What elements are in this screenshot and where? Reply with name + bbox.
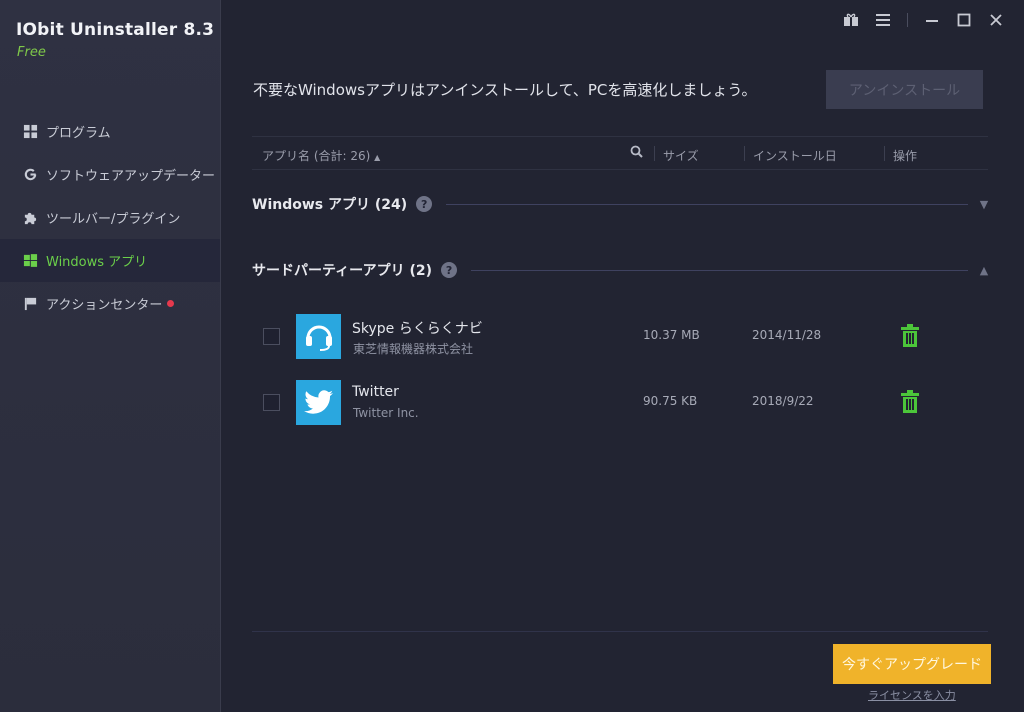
app-name: Skype らくらくナビ	[352, 321, 483, 337]
help-icon[interactable]: ?	[416, 196, 433, 212]
table-row[interactable]: Skype らくらくナビ 東芝情報機器株式会社 10.37 MB 2014/11…	[258, 311, 988, 361]
help-icon[interactable]: ?	[441, 262, 458, 278]
upgrade-now-button[interactable]: 今すぐアップグレード	[833, 644, 991, 684]
sidebar-item-windows-apps[interactable]: Windows アプリ	[0, 239, 220, 282]
page-headline: 不要なWindowsアプリはアンインストールして、PCを高速化しましょう。	[253, 81, 757, 99]
sidebar-item-label: Windows アプリ	[46, 255, 148, 270]
column-name-label: アプリ名 (合計: 26)	[262, 149, 371, 163]
row-checkbox[interactable]	[263, 328, 280, 345]
sidebar-item-label: ツールバー/プラグイン	[46, 212, 181, 227]
sidebar-item-action-center[interactable]: アクションセンター	[0, 282, 220, 325]
table-row[interactable]: Twitter Twitter Inc. 90.75 KB 2018/9/22	[258, 377, 988, 427]
column-name[interactable]: アプリ名 (合計: 26) ▲	[262, 147, 380, 164]
flag-icon	[22, 296, 38, 312]
app-title: IObit Uninstaller 8.3	[16, 20, 215, 40]
divider	[252, 631, 988, 632]
column-size[interactable]: サイズ	[663, 147, 699, 164]
app-install-date: 2014/11/28	[752, 328, 822, 342]
app-size: 90.75 KB	[643, 394, 698, 408]
puzzle-icon	[22, 210, 38, 226]
twitter-bird-icon	[296, 380, 341, 425]
notification-dot	[167, 300, 175, 307]
app-install-date: 2018/9/22	[752, 394, 814, 408]
sidebar-nav: プログラム ソフトウェアアップデーター ツールバー/プラグイン Windows …	[0, 110, 220, 325]
sidebar-item-toolbars-plugins[interactable]: ツールバー/プラグイン	[0, 196, 220, 239]
sidebar: IObit Uninstaller 8.3 Free プログラム ソフトウェアア…	[0, 0, 221, 712]
skype-navi-icon	[296, 314, 341, 359]
app-name: Twitter	[352, 384, 399, 400]
column-install-date[interactable]: インストール日	[753, 147, 837, 164]
app-publisher: Twitter Inc.	[353, 406, 419, 420]
divider	[446, 203, 968, 205]
column-divider	[744, 146, 745, 161]
sort-up-icon: ▲	[374, 153, 381, 162]
app-edition: Free	[17, 45, 46, 60]
sidebar-item-label: プログラム	[46, 126, 111, 141]
column-divider	[884, 146, 885, 161]
sidebar-item-label: ソフトウェアアップデーター	[46, 169, 216, 184]
trash-icon[interactable]	[900, 390, 920, 414]
group-title: Windows アプリ (24)	[252, 197, 408, 213]
uninstall-button[interactable]: アンインストール	[826, 70, 983, 109]
uninstaller-window: IObit Uninstaller 8.3 Free プログラム ソフトウェアア…	[0, 0, 1024, 712]
group-title: サードパーティーアプリ (2)	[252, 263, 433, 279]
grid-icon	[22, 124, 38, 140]
row-checkbox[interactable]	[263, 394, 280, 411]
sidebar-item-programs[interactable]: プログラム	[0, 110, 220, 153]
windows-icon	[22, 253, 38, 269]
sidebar-item-label: アクションセンター	[46, 298, 163, 313]
divider	[471, 269, 968, 271]
column-header: アプリ名 (合計: 26) ▲ サイズ インストール日 操作	[252, 136, 988, 170]
group-windows-apps[interactable]: Windows アプリ (24) ? ▼	[252, 189, 990, 219]
search-icon[interactable]	[630, 145, 643, 161]
column-action: 操作	[893, 149, 918, 163]
sidebar-item-software-updater[interactable]: ソフトウェアアップデーター	[0, 153, 220, 196]
chevron-down-icon[interactable]: ▼	[978, 198, 990, 211]
app-size: 10.37 MB	[643, 328, 700, 342]
trash-icon[interactable]	[900, 324, 920, 348]
chevron-up-icon[interactable]: ▲	[978, 264, 990, 277]
column-divider	[654, 146, 655, 161]
group-third-party-apps[interactable]: サードパーティーアプリ (2) ? ▲	[252, 255, 990, 285]
app-publisher: 東芝情報機器株式会社	[353, 342, 474, 356]
main-panel: 不要なWindowsアプリはアンインストールして、PCを高速化しましょう。 アン…	[222, 0, 1024, 712]
enter-license-link[interactable]: ライセンスを入力	[868, 687, 956, 703]
refresh-icon	[22, 167, 38, 183]
